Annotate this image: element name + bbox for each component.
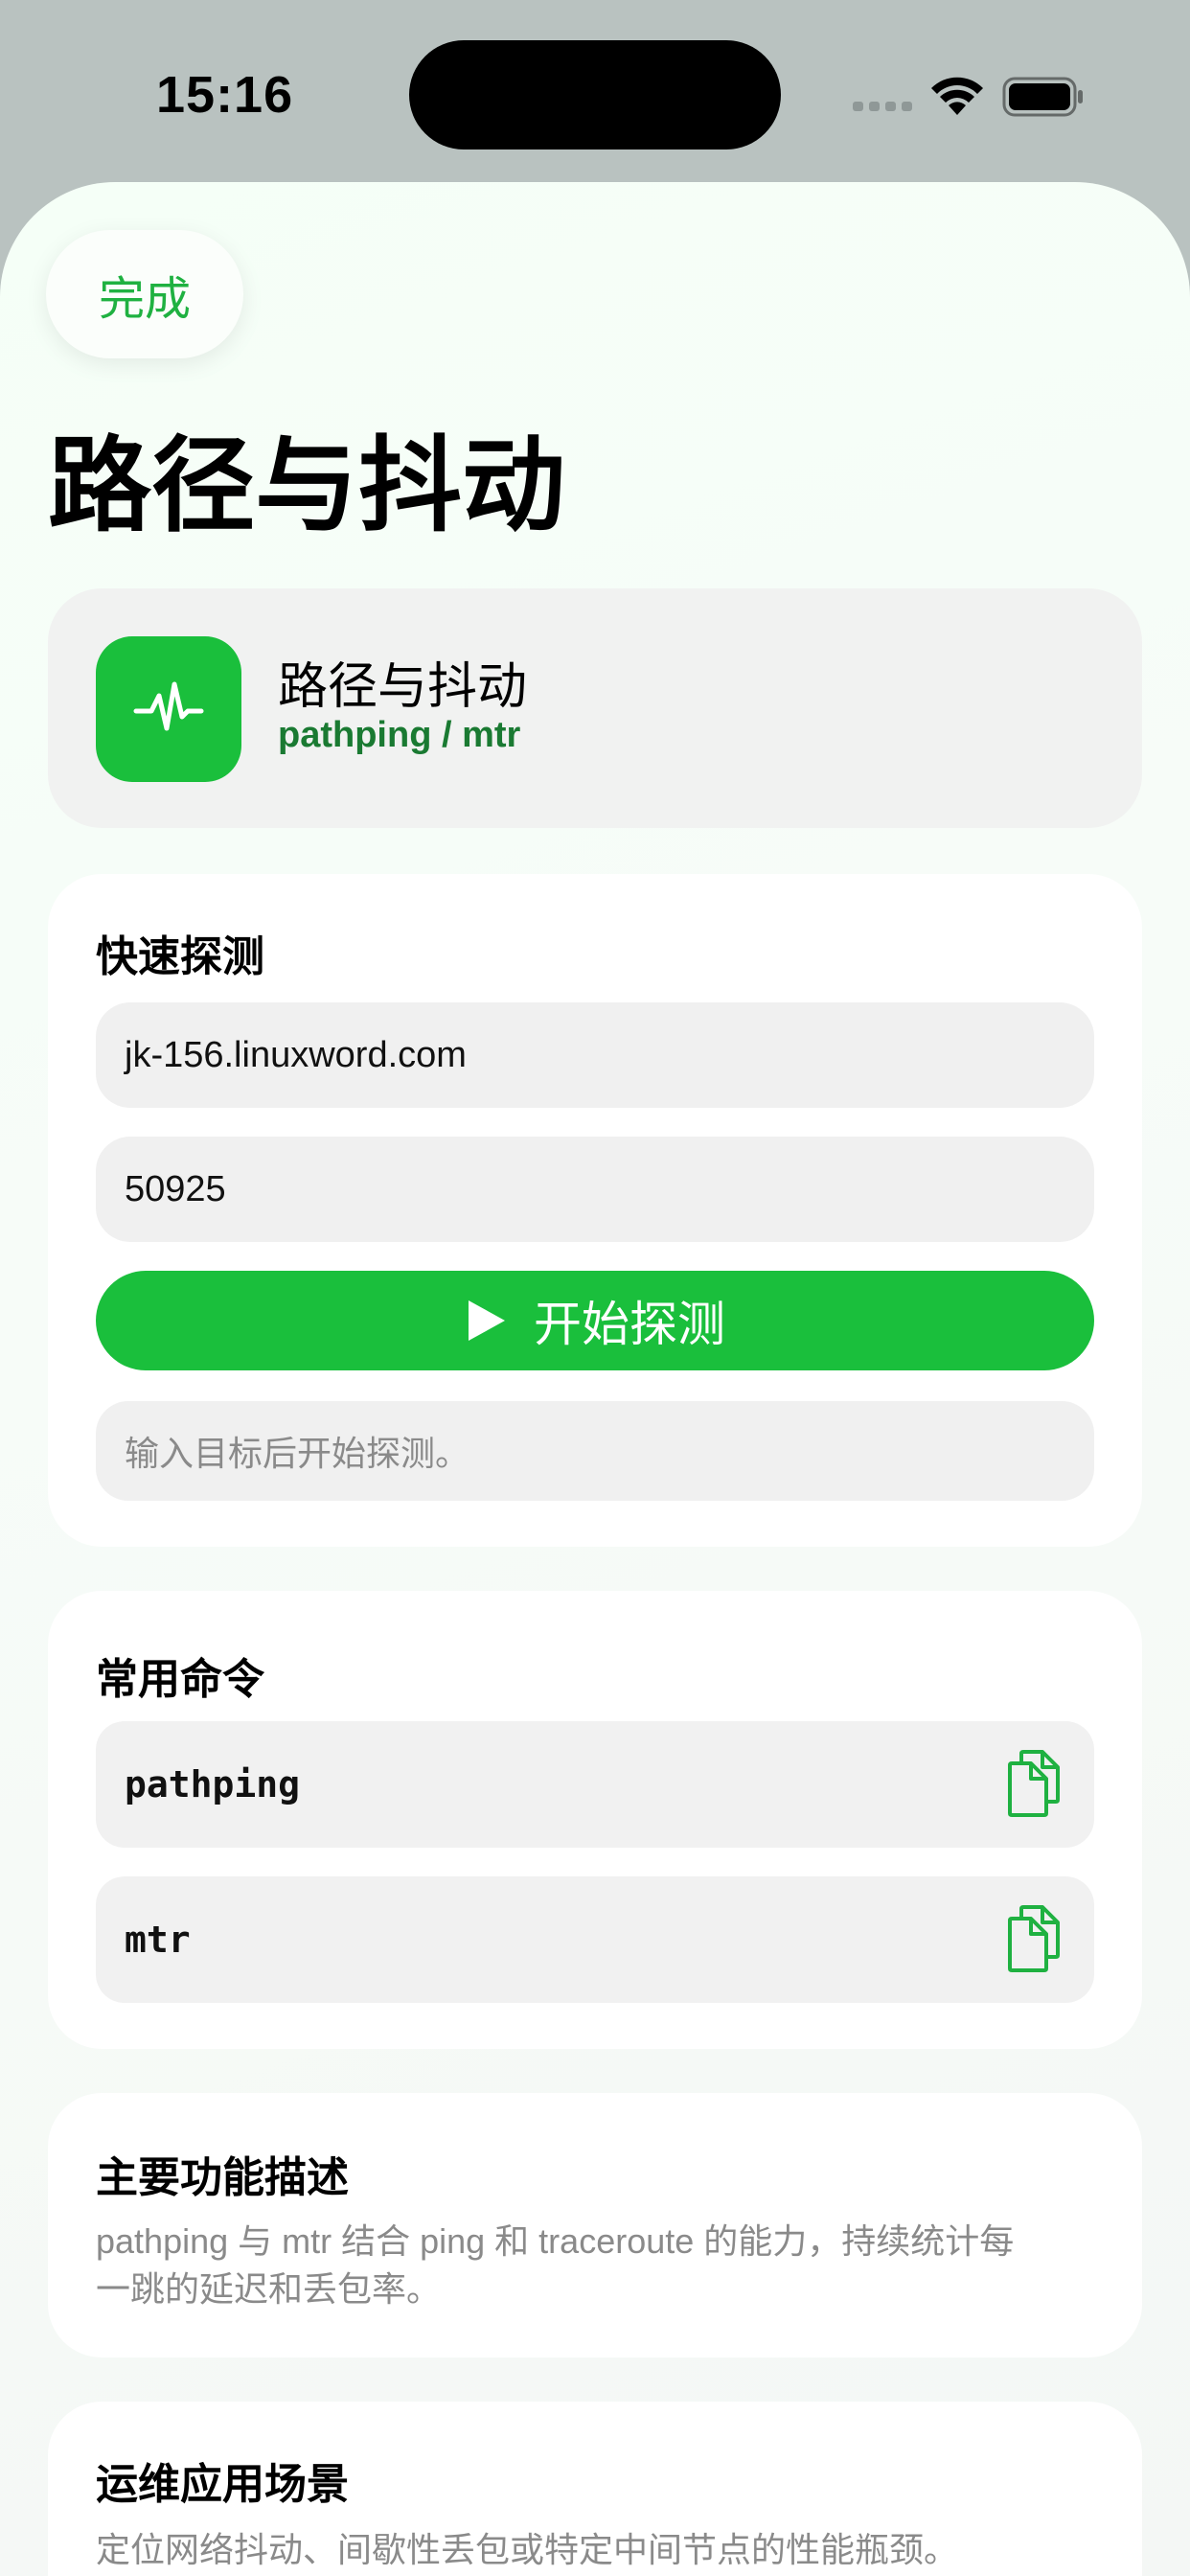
tool-icon-badge — [96, 636, 241, 782]
description-text: pathping 与 mtr 结合 ping 和 traceroute 的能力，… — [96, 2218, 1094, 2313]
command-row-pathping[interactable]: pathping — [96, 1721, 1094, 1848]
commands-title: 常用命令 — [96, 1656, 264, 1703]
host-input[interactable]: jk-156.linuxword.com — [96, 1002, 1094, 1108]
description-line-1: pathping 与 mtr 结合 ping 和 traceroute 的能力，… — [96, 2221, 1015, 2261]
description-title: 主要功能描述 — [96, 2154, 349, 2201]
command-row-mtr[interactable]: mtr — [96, 1876, 1094, 2003]
cellular-signal-icon — [853, 102, 912, 111]
play-icon — [469, 1300, 505, 1341]
scenarios-text: 定位网络抖动、间歇性丢包或特定中间节点的性能瓶颈。 — [96, 2530, 959, 2569]
start-probe-button[interactable]: 开始探测 — [96, 1271, 1094, 1370]
done-button[interactable]: 完成 — [46, 230, 243, 358]
tool-title: 路径与抖动 — [278, 659, 528, 715]
scenarios-card: 运维应用场景 定位网络抖动、间歇性丢包或特定中间节点的性能瓶颈。 — [48, 2402, 1142, 2576]
commands-card: 常用命令 pathping mtr — [48, 1591, 1142, 2049]
description-card: 主要功能描述 pathping 与 mtr 结合 ping 和 tracerou… — [48, 2093, 1142, 2358]
page-title: 路径与抖动 — [48, 427, 566, 543]
modal-sheet: 完成 路径与抖动 路径与抖动 pathping / mtr 快速探测 jk-15… — [0, 182, 1190, 2576]
command-name: mtr — [125, 1919, 191, 1961]
waveform-pulse-icon — [133, 681, 204, 731]
start-probe-label: 开始探测 — [534, 1298, 725, 1351]
status-time: 15:16 — [156, 66, 294, 124]
status-bar: 15:16 — [0, 0, 1190, 182]
copy-icon[interactable] — [1006, 1905, 1062, 1972]
command-name: pathping — [125, 1763, 301, 1806]
copy-icon[interactable] — [1006, 1750, 1062, 1817]
quick-probe-card: 快速探测 jk-156.linuxword.com 50925 开始探测 输入目… — [48, 874, 1142, 1547]
wifi-icon — [931, 77, 983, 115]
battery-icon — [1002, 77, 1083, 117]
dynamic-island — [409, 40, 781, 150]
tool-subtitle: pathping / mtr — [278, 715, 521, 755]
scenarios-title: 运维应用场景 — [96, 2461, 349, 2508]
probe-hint: 输入目标后开始探测。 — [96, 1401, 1094, 1501]
tool-header-card: 路径与抖动 pathping / mtr — [48, 588, 1142, 828]
description-line-2: 一跳的延迟和丢包率。 — [96, 2269, 442, 2309]
quick-probe-title: 快速探测 — [96, 933, 264, 980]
port-input[interactable]: 50925 — [96, 1137, 1094, 1242]
